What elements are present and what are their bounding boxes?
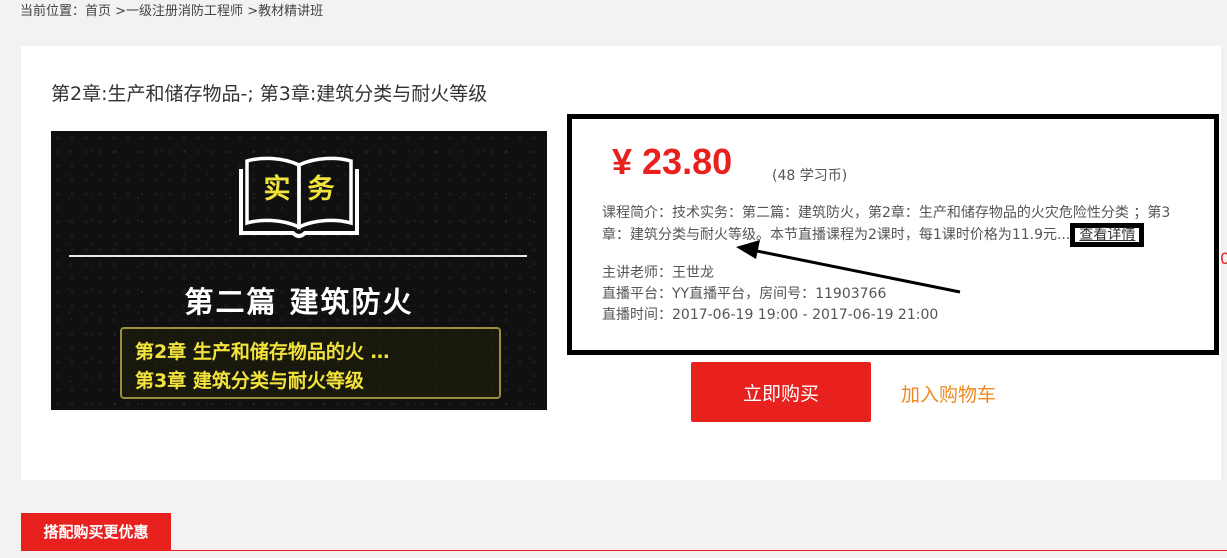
course-cover-image[interactable]: 实 务 第二篇 建筑防火 第2章 生产和储存物品的火 … 第3章 建筑分类与耐火…	[51, 131, 547, 410]
view-details-link[interactable]: 查看详情	[1070, 223, 1145, 247]
course-intro: 课程简介：技术实务：第二篇：建筑防火，第2章：生产和储存物品的火灾危险性分类 ；…	[602, 203, 1194, 247]
course-card: 第2章:生产和储存物品-; 第3章:建筑分类与耐火等级 实 务 第二篇 建筑防火…	[21, 46, 1221, 480]
course-price: ¥ 23.80	[612, 141, 733, 182]
course-title: 第2章:生产和储存物品-; 第3章:建筑分类与耐火等级	[51, 83, 488, 105]
course-platform: 直播平台：YY直播平台，房间号：11903766	[602, 286, 887, 302]
buy-now-button[interactable]: 立即购买	[691, 362, 871, 422]
cover-chapter-1: 第2章 生产和储存物品的火 …	[135, 341, 390, 363]
cover-book-char-2: 务	[307, 174, 335, 205]
breadcrumb: 当前位置：首页 >一级注册消防工程师 >教材精讲班	[20, 4, 323, 20]
cover-book-char-1: 实	[263, 174, 291, 205]
tab-bundle-discount[interactable]: 搭配购买更优惠	[21, 513, 171, 551]
breadcrumb-category[interactable]: >一级注册消防工程师	[111, 4, 243, 19]
cover-divider	[69, 255, 527, 257]
add-to-cart-link[interactable]: 加入购物车	[901, 380, 996, 407]
breadcrumb-home[interactable]: 首页	[85, 4, 111, 19]
course-teacher: 主讲老师：王世龙	[602, 265, 714, 281]
cover-book-label: 实 务	[258, 173, 340, 207]
edge-mark: 0	[1220, 250, 1227, 268]
course-info-panel: ¥ 23.80 (48 学习币) 课程简介：技术实务：第二篇：建筑防火，第2章：…	[567, 114, 1219, 355]
tab-underline	[21, 550, 1227, 551]
course-schedule: 直播时间：2017-06-19 19:00 - 2017-06-19 21:00	[602, 307, 939, 323]
cover-heading: 第二篇 建筑防火	[184, 285, 414, 319]
breadcrumb-prefix: 当前位置：	[20, 4, 86, 19]
price-coin: (48 学习币)	[772, 168, 848, 184]
cover-chapter-2: 第3章 建筑分类与耐火等级	[135, 370, 364, 392]
breadcrumb-current[interactable]: >教材精讲班	[243, 4, 323, 19]
